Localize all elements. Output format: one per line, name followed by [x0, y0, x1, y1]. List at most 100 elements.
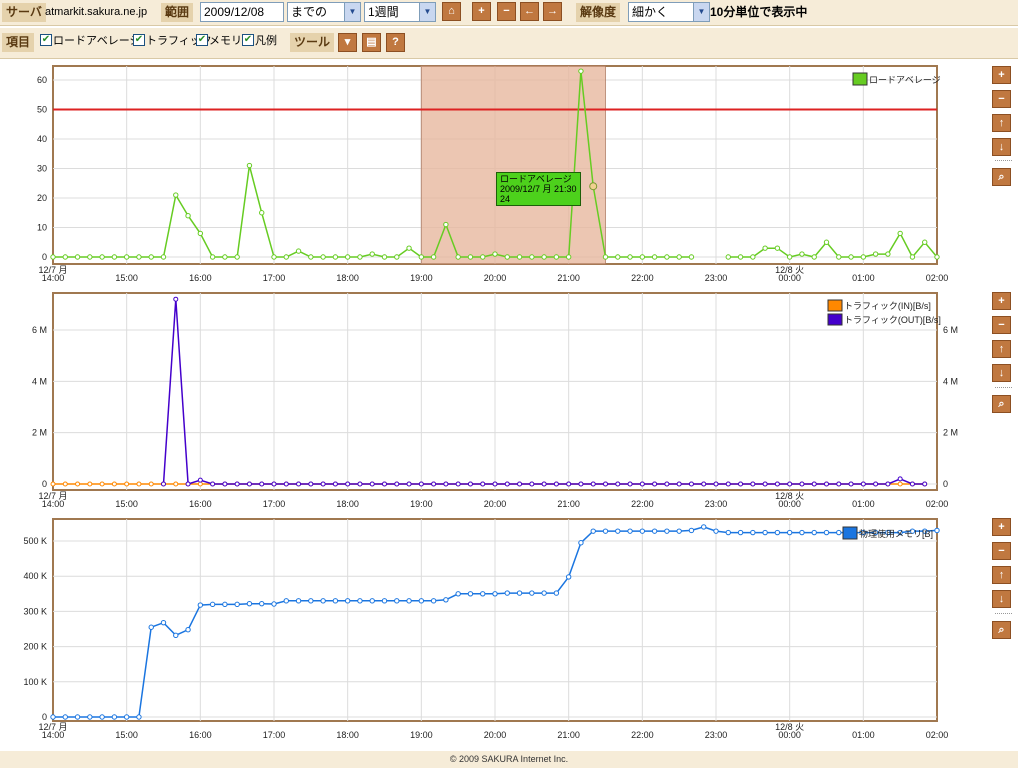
traffic-out-series-point	[774, 481, 780, 487]
memory-series-point	[136, 714, 142, 720]
load-series-point	[885, 251, 891, 257]
x-tick-label: 01:00	[852, 499, 875, 509]
traffic-out-series-point	[701, 481, 707, 487]
traffic-out-series-point	[824, 481, 829, 487]
memory-series-point	[332, 598, 339, 604]
load-series-point	[148, 254, 154, 260]
traffic-out-series-point	[382, 481, 387, 487]
memory-series-point	[786, 529, 793, 536]
memory-series-point	[639, 528, 646, 534]
memory-series-point	[209, 601, 216, 608]
memory-series-point	[74, 714, 81, 720]
x-date-label: 12/8 火	[775, 491, 804, 501]
load-series-point	[811, 254, 817, 260]
memory-series-point	[516, 590, 523, 596]
x-tick-label: 19:00	[410, 730, 433, 740]
load-series-point	[197, 230, 204, 237]
x-tick-label: 16:00	[189, 730, 212, 740]
tooltip-time: 2009/12/7 月 21:30	[500, 184, 577, 194]
traffic-out-series-point	[418, 481, 424, 487]
x-date-label: 12/8 火	[775, 722, 804, 732]
x-date-label: 12/7 月	[38, 265, 67, 275]
traffic-out-series-point	[725, 481, 731, 487]
x-tick-label: 19:00	[410, 273, 433, 283]
memory-series-point	[750, 529, 756, 536]
y-tick-label-left: 2 M	[32, 428, 47, 438]
load-series-point	[271, 254, 277, 260]
x-tick-label: 17:00	[263, 273, 286, 283]
traffic-out-series-point	[222, 481, 228, 487]
traffic-out-series-point	[369, 481, 375, 487]
y-tick-label: 40	[37, 134, 47, 144]
traffic-out-series-point	[713, 481, 719, 487]
memory-series-point	[836, 529, 842, 536]
x-tick-label: 02:00	[926, 273, 949, 283]
x-date-label: 12/7 月	[38, 491, 67, 501]
y-tick-label: 60	[37, 75, 47, 85]
load-series-point	[99, 254, 105, 260]
traffic-out-series-point	[234, 481, 240, 487]
memory-series-point	[467, 591, 474, 597]
load-series-point	[627, 254, 633, 260]
memory-series-point	[602, 528, 609, 534]
memory-series-point	[246, 600, 253, 607]
memory-series-point	[529, 590, 535, 596]
y-tick-label-left: 6 M	[32, 325, 47, 335]
load-series-point	[872, 251, 879, 257]
legend-swatch	[842, 526, 858, 540]
memory-series-point	[418, 598, 425, 604]
traffic-out-series-point	[909, 481, 915, 487]
y-tick-label: 500 K	[23, 536, 47, 546]
y-tick-label-right: 2 M	[943, 428, 958, 438]
memory-series-point	[664, 528, 670, 534]
memory-series-point	[148, 624, 154, 630]
hovered-point	[589, 182, 598, 191]
memory-series-point	[688, 527, 695, 534]
traffic-out-series-point	[897, 476, 903, 482]
memory-series-point	[492, 591, 498, 597]
traffic-in-series-point	[87, 481, 93, 487]
load-series-point	[430, 254, 437, 260]
traffic-out-series-point	[283, 481, 289, 487]
load-series-point	[750, 254, 756, 260]
charts-canvas[interactable]: 14:00 15:00 16:00 17:00 18:00 19:00 20:00 21:00…	[0, 0, 1018, 768]
load-series-point	[344, 254, 351, 260]
traffic-in-series-point	[124, 481, 130, 487]
memory-series-point	[676, 528, 682, 534]
load-series-point	[897, 230, 903, 237]
traffic-out-series-point	[259, 481, 265, 487]
x-tick-label: 01:00	[852, 273, 875, 283]
memory-series-point	[627, 528, 633, 534]
traffic-out-series-point	[308, 481, 314, 487]
load-series-point	[50, 254, 56, 260]
load-series-point	[922, 239, 928, 245]
traffic-out-series-point	[885, 481, 891, 487]
memory-series-point	[553, 590, 560, 596]
chart-tooltip: ロードアベレージ 2009/12/7 月 21:30 24	[496, 172, 581, 206]
memory-series-point	[381, 598, 388, 604]
traffic-out-series-point	[873, 481, 879, 487]
traffic-out-series-point	[467, 481, 473, 487]
y-tick-label: 10	[37, 223, 47, 233]
x-tick-label: 19:00	[410, 499, 433, 509]
traffic-out-series-point	[173, 296, 179, 302]
load-series-point	[504, 254, 510, 260]
traffic-out-series-point	[553, 481, 559, 487]
load-series-point	[123, 254, 130, 260]
traffic-out-series-point	[750, 481, 756, 487]
tooltip-value: 24	[500, 194, 511, 204]
x-tick-label: 23:00	[705, 273, 728, 283]
memory-series-point	[713, 528, 719, 534]
memory-series-point	[234, 601, 240, 608]
load-series-point	[799, 251, 805, 257]
memory-series-point	[111, 714, 118, 720]
traffic-in-series-point	[111, 481, 117, 487]
memory-series-point	[774, 529, 781, 536]
y-tick-label: 100 K	[23, 677, 47, 687]
traffic-out-series-point	[246, 481, 252, 487]
load-series-point	[762, 245, 768, 251]
traffic-out-series-point	[762, 481, 768, 487]
traffic-out-series-point	[787, 481, 793, 487]
y-tick-label: 400 K	[23, 571, 47, 581]
memory-series-point	[87, 714, 93, 720]
